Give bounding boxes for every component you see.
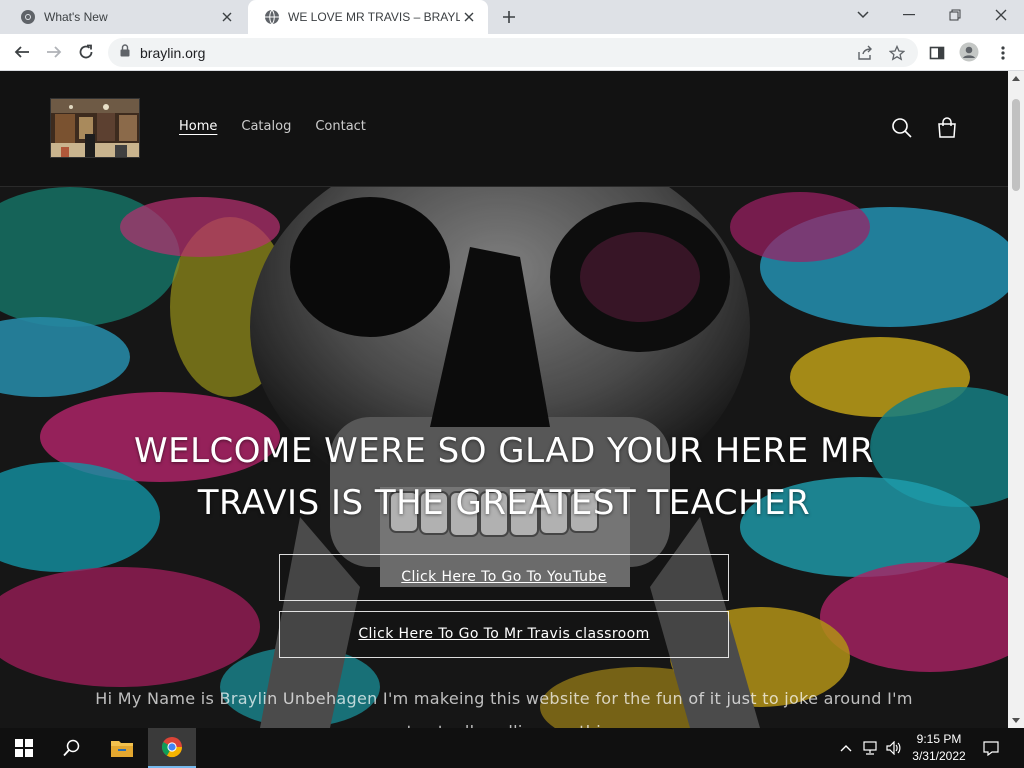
browser-toolbar: braylin.org <box>0 34 1024 71</box>
classroom-button[interactable]: Click Here To Go To Mr Travis classroom <box>279 611 729 658</box>
hero-description: Hi My Name is Braylin Unbehagen I'm make… <box>95 689 913 728</box>
hero-title: WELCOME WERE SO GLAD YOUR HERE MR TRAVIS… <box>133 431 875 523</box>
network-icon[interactable] <box>862 740 878 756</box>
nav-contact-link[interactable]: Contact <box>315 119 366 134</box>
close-window-icon[interactable] <box>978 0 1024 30</box>
forward-arrow-icon[interactable] <box>40 38 68 66</box>
minimize-icon[interactable] <box>886 0 932 30</box>
browser-tab-strip: What's New WE LOVE MR TRAVIS – BRAYLIN.O… <box>0 0 1024 34</box>
tab-title: What's New <box>44 10 108 24</box>
show-hidden-icons-chevron-icon[interactable] <box>838 740 854 756</box>
windows-start-icon[interactable] <box>0 728 48 768</box>
file-explorer-icon[interactable] <box>98 728 146 768</box>
address-bar[interactable]: braylin.org <box>108 38 918 67</box>
search-icon[interactable] <box>890 116 914 140</box>
volume-icon[interactable] <box>886 740 902 756</box>
youtube-button[interactable]: Click Here To Go To YouTube <box>279 554 729 601</box>
tab-close-icon[interactable] <box>218 8 236 26</box>
side-panel-icon[interactable] <box>926 42 948 64</box>
nav-home-link[interactable]: Home <box>179 119 217 134</box>
url-text[interactable]: braylin.org <box>140 45 205 61</box>
clock-time: 9:15 PM <box>916 732 962 746</box>
scroll-up-arrow-icon[interactable] <box>1012 76 1020 81</box>
chrome-favicon-icon <box>20 9 36 25</box>
tab-search-chevron-icon[interactable] <box>840 0 886 30</box>
windows-taskbar: 9:15 PM 3/31/2022 <box>0 728 1024 768</box>
new-tab-plus-icon[interactable] <box>498 6 520 28</box>
share-icon[interactable] <box>856 44 874 62</box>
lock-icon[interactable] <box>120 43 130 62</box>
taskbar-search-icon[interactable] <box>48 728 96 768</box>
page-viewport: Home Catalog Contact WELCOME WERE SO GLA… <box>0 71 1008 728</box>
notifications-icon[interactable] <box>983 740 999 756</box>
hero-content: WELCOME WERE SO GLAD YOUR HERE MR TRAVIS… <box>0 425 1008 728</box>
clock-date: 3/31/2022 <box>912 749 966 763</box>
hero-banner: WELCOME WERE SO GLAD YOUR HERE MR TRAVIS… <box>0 187 1008 728</box>
tab-close-icon[interactable] <box>460 8 478 26</box>
system-clock[interactable]: 9:15 PM 3/31/2022 <box>905 731 973 765</box>
site-header: Home Catalog Contact <box>0 71 1008 187</box>
page-scrollbar[interactable] <box>1008 71 1024 728</box>
restore-icon[interactable] <box>932 0 978 30</box>
nav-catalog-link[interactable]: Catalog <box>241 119 291 134</box>
scrollbar-thumb[interactable] <box>1012 99 1020 191</box>
site-logo[interactable] <box>50 98 140 158</box>
tab-braylin[interactable]: WE LOVE MR TRAVIS – BRAYLIN.ORG <box>248 0 488 34</box>
scroll-down-arrow-icon[interactable] <box>1012 718 1020 723</box>
bookmark-star-icon[interactable] <box>888 44 906 62</box>
more-menu-icon[interactable] <box>992 42 1014 64</box>
back-arrow-icon[interactable] <box>8 38 36 66</box>
chrome-taskbar-icon[interactable] <box>148 728 196 768</box>
globe-icon <box>264 9 280 25</box>
reload-icon[interactable] <box>72 38 100 66</box>
site-nav: Home Catalog Contact <box>179 119 366 134</box>
tab-title: WE LOVE MR TRAVIS – BRAYLIN.ORG <box>288 10 460 24</box>
cart-icon[interactable] <box>935 116 959 140</box>
tab-whats-new[interactable]: What's New <box>4 0 246 34</box>
profile-avatar-icon[interactable] <box>958 41 980 63</box>
